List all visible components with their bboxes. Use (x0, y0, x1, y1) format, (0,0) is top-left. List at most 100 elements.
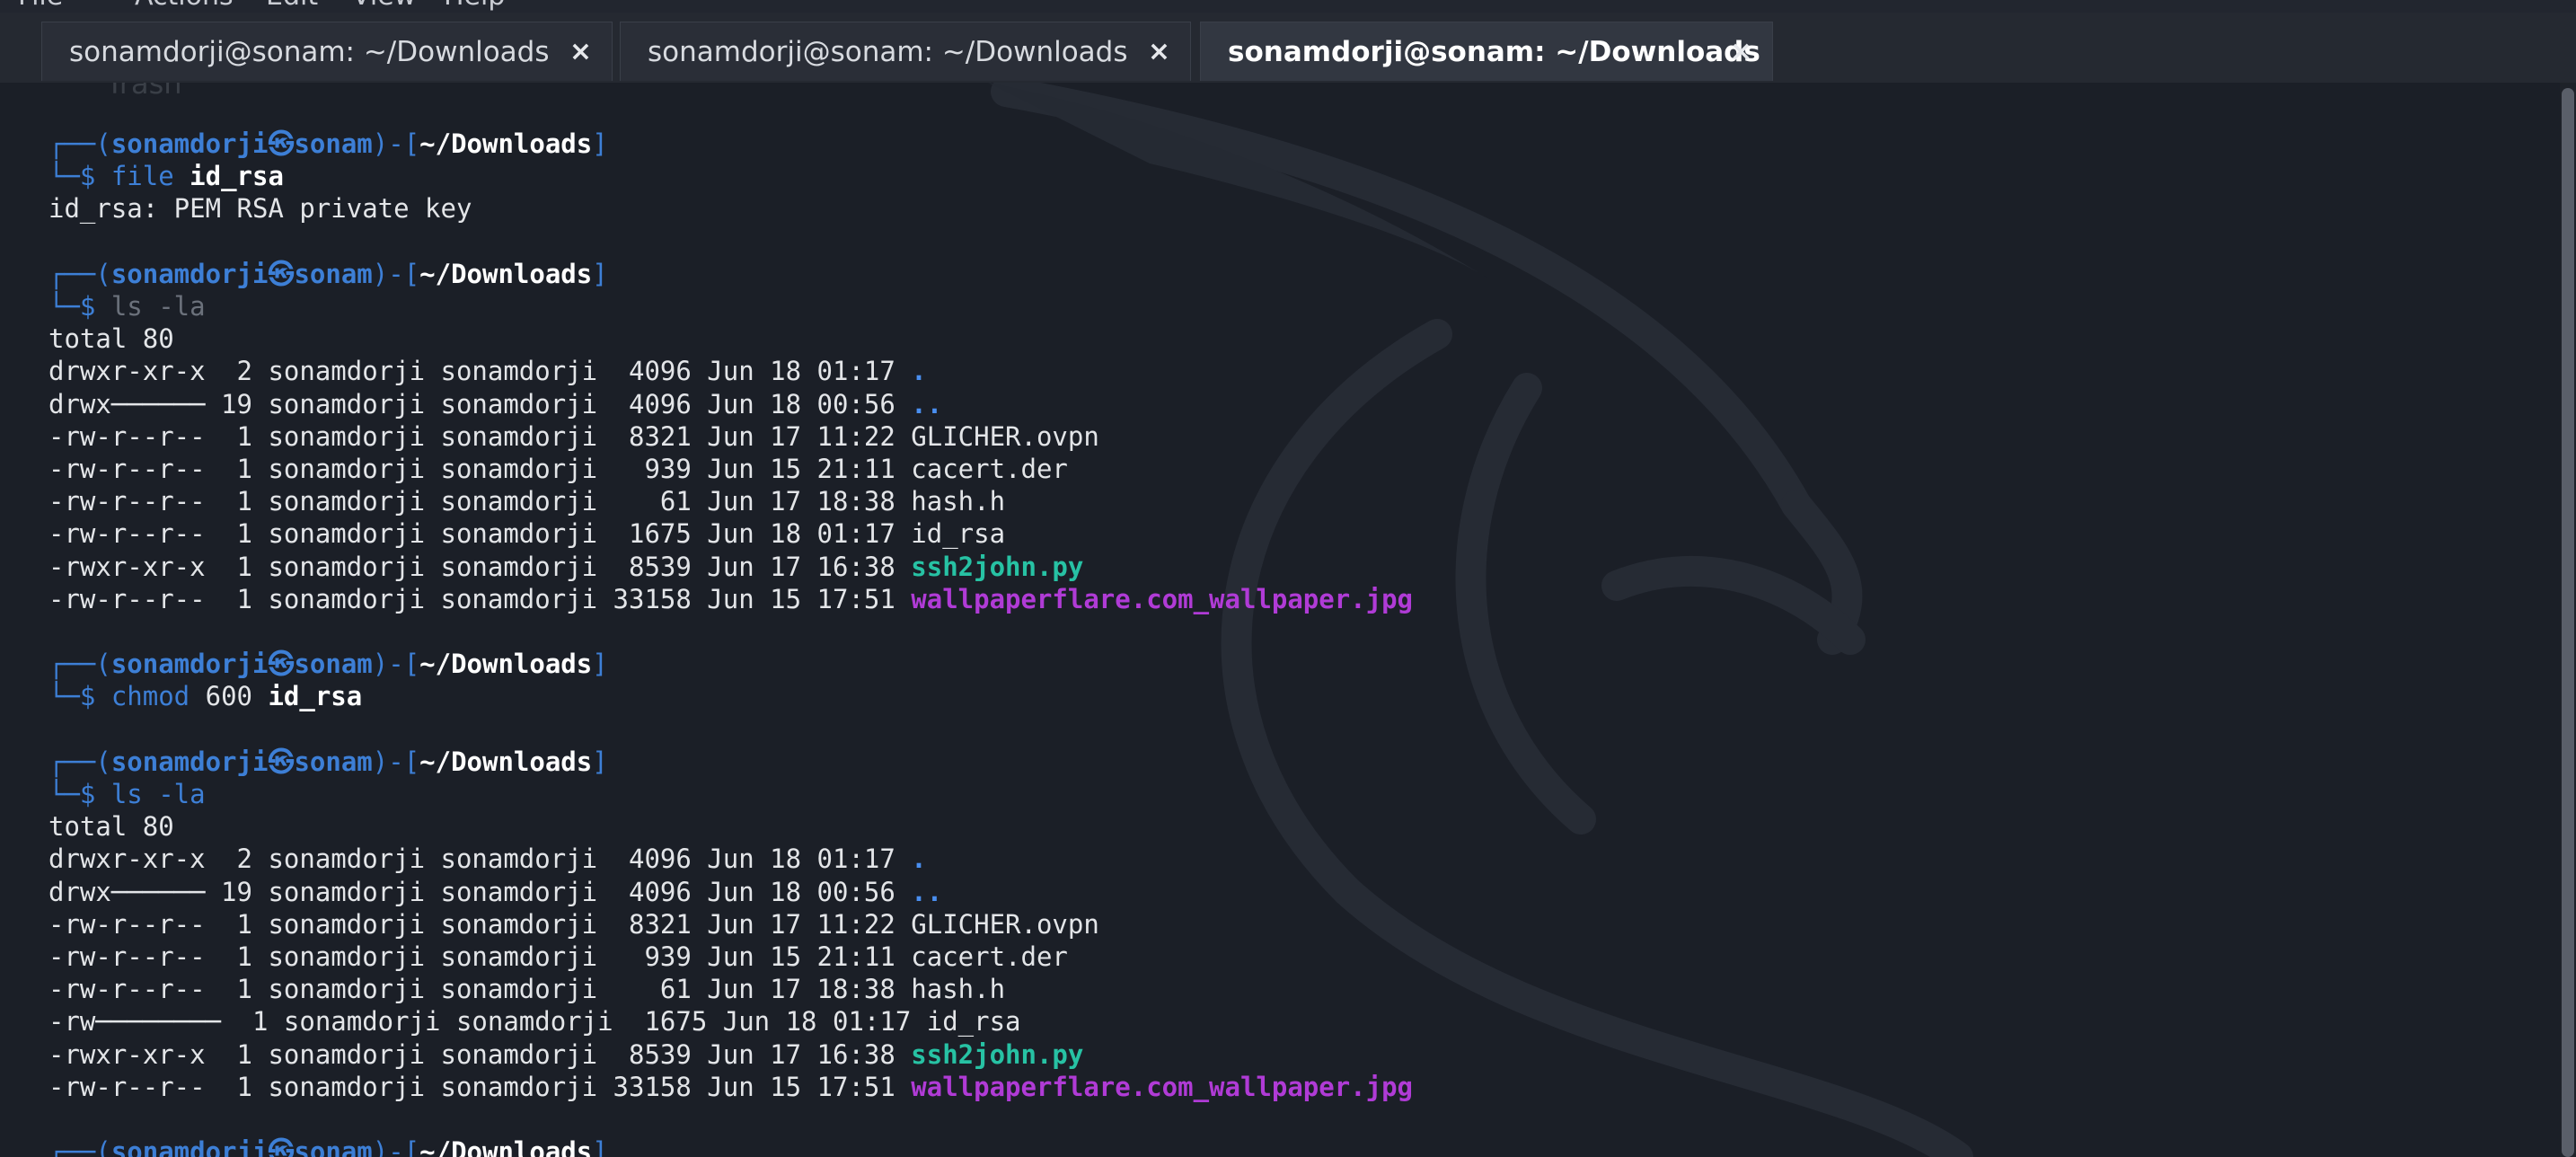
scrollbar-thumb[interactable] (2562, 88, 2574, 1157)
command-line: └─$ chmod 600 id_rsa (49, 680, 362, 712)
prompt-user: sonamdorji (110, 128, 269, 159)
file-meta: 8321 Jun 17 11:22 (597, 420, 912, 452)
prompt-bracket: )-[ (372, 1136, 420, 1157)
file-meta: 939 Jun 15 21:11 (597, 941, 912, 972)
prompt-host: sonam (294, 649, 373, 680)
tab-terminal-3-active[interactable]: sonamdorji@sonam: ~/Downloads × (1200, 22, 1773, 81)
file-meta: 33158 Jun 15 17:51 (597, 583, 912, 614)
file-owner: sonamdorji sonamdorji (251, 388, 598, 420)
file-meta: 8539 Jun 17 16:38 (597, 551, 912, 582)
prompt-bracket: )-[ (372, 746, 420, 777)
file-name: id_rsa (926, 1006, 1021, 1038)
file-permissions: -rw-r--r-- 1 (49, 420, 252, 452)
close-icon[interactable]: × (1730, 36, 1752, 67)
tab-title: sonamdorji@sonam: ~/Downloads (648, 35, 1128, 68)
menu-file[interactable]: File (18, 0, 63, 12)
file-owner: sonamdorji sonamdorji (251, 583, 598, 614)
scrollbar[interactable] (2560, 83, 2576, 1157)
file-meta: 4096 Jun 18 00:56 (597, 876, 912, 907)
ls-row: -rw-r--r-- 1 sonamdorji sonamdorji 939 J… (49, 941, 1068, 973)
prompt-path: ~/Downloads (419, 128, 593, 159)
tab-bar: sonamdorji@sonam: ~/Downloads × sonamdor… (0, 13, 2576, 84)
file-owner: sonamdorji sonamdorji (251, 518, 598, 550)
file-owner: sonamdorji sonamdorji (251, 454, 598, 484)
file-permissions: -rw-r--r-- 1 (49, 518, 252, 550)
file-permissions: -rw-r--r-- 1 (49, 941, 252, 972)
menu-help[interactable]: Help (444, 0, 505, 12)
file-name: GLICHER.ovpn (911, 908, 1099, 940)
ls-row: -rw-r--r-- 1 sonamdorji sonamdorji 8321 … (49, 420, 1099, 453)
ls-row: drwxr-xr-x 2 sonamdorji sonamdorji 4096 … (49, 843, 927, 875)
file-name: . (911, 843, 927, 875)
command-output: id_rsa: PEM RSA private key (49, 192, 472, 225)
command-line: └─$ ls -la (49, 290, 206, 322)
prompt-bracket: ┌──( (49, 128, 111, 159)
tab-title: sonamdorji@sonam: ~/Downloads (69, 35, 550, 68)
tab-terminal-1[interactable]: sonamdorji@sonam: ~/Downloads × (41, 22, 613, 81)
menu-edit[interactable]: Edit (266, 0, 318, 12)
prompt-path: ~/Downloads (419, 649, 593, 680)
prompt-bracket: )-[ (372, 649, 420, 680)
ls-total: total 80 (49, 322, 174, 355)
prompt-user: sonamdorji (110, 649, 269, 680)
prompt-at-symbol: ㉿ (268, 258, 295, 289)
command-line: └─$ file id_rsa (49, 160, 284, 192)
tab-title: sonamdorji@sonam: ~/Downloads (1228, 35, 1760, 68)
file-meta: 939 Jun 15 21:11 (597, 454, 912, 484)
prompt-path: ~/Downloads (419, 1136, 593, 1157)
command-arg: id_rsa (190, 161, 284, 192)
file-meta: 61 Jun 17 18:38 (597, 486, 912, 517)
file-meta: 1675 Jun 18 01:17 (597, 518, 912, 550)
terminal-output[interactable]: Trash ┌──(sonamdorji㉿sonam)-[~/Downloads… (0, 83, 2576, 1157)
prompt-bracket: ┌──( (49, 258, 111, 289)
file-permissions: -rwxr-xr-x 1 (49, 1038, 252, 1070)
file-owner: sonamdorji sonamdorji (251, 356, 598, 387)
prompt-bracket: ] (592, 649, 608, 680)
file-name: hash.h (911, 974, 1006, 1005)
file-permissions: drwx────── 19 (49, 876, 252, 907)
file-permissions: -rw-r--r-- 1 (49, 974, 252, 1005)
file-meta: 4096 Jun 18 00:56 (597, 388, 912, 420)
file-permissions: -rw-r--r-- 1 (49, 486, 252, 517)
file-permissions: -rw-r--r-- 1 (49, 908, 252, 940)
file-name: id_rsa (911, 518, 1006, 550)
prompt-line: ┌──(sonamdorji㉿sonam)-[~/Downloads] (49, 1135, 608, 1157)
prompt-host: sonam (294, 746, 373, 777)
file-meta: 4096 Jun 18 01:17 (597, 356, 912, 387)
prompt-path: ~/Downloads (419, 746, 593, 777)
ls-row: drwx────── 19 sonamdorji sonamdorji 4096… (49, 388, 942, 420)
file-name: wallpaperflare.com_wallpaper.jpg (911, 583, 1413, 614)
ls-row: -rw-r--r-- 1 sonamdorji sonamdorji 1675 … (49, 517, 1005, 550)
file-owner: sonamdorji sonamdorji (251, 420, 598, 452)
file-name: ssh2john.py (911, 551, 1084, 582)
prompt-user: sonamdorji (110, 1136, 269, 1157)
ls-total: total 80 (49, 810, 174, 843)
file-owner: sonamdorji sonamdorji (251, 876, 598, 907)
close-icon[interactable]: × (1148, 36, 1170, 67)
output-text: id_rsa: PEM RSA private key (49, 193, 472, 225)
menu-view[interactable]: View (352, 0, 416, 12)
ls-row: -rw-r--r-- 1 sonamdorji sonamdorji 33158… (49, 583, 1413, 615)
file-name: . (911, 356, 927, 387)
file-meta: 8321 Jun 17 11:22 (597, 908, 912, 940)
ls-total-text: total 80 (49, 811, 174, 843)
ls-row: -rw-r--r-- 1 sonamdorji sonamdorji 33158… (49, 1071, 1413, 1103)
tab-terminal-2[interactable]: sonamdorji@sonam: ~/Downloads × (620, 22, 1191, 81)
file-owner: sonamdorji sonamdorji (251, 1038, 598, 1070)
ls-row: -rw-r--r-- 1 sonamdorji sonamdorji 61 Ju… (49, 485, 1005, 517)
prompt-at-symbol: ㉿ (268, 649, 295, 680)
prompt-bracket: ] (592, 1136, 608, 1157)
ls-row: -rw-r--r-- 1 sonamdorji sonamdorji 939 J… (49, 453, 1068, 485)
file-permissions: drwxr-xr-x 2 (49, 843, 252, 875)
prompt-marker: └─$ (49, 161, 111, 192)
close-icon[interactable]: × (569, 36, 592, 67)
file-name: cacert.der (911, 941, 1068, 972)
prompt-bracket: ] (592, 746, 608, 777)
prompt-host: sonam (294, 128, 373, 159)
ls-row: drwxr-xr-x 2 sonamdorji sonamdorji 4096 … (49, 355, 927, 387)
file-permissions: -rw──────── 1 (49, 1006, 269, 1038)
prompt-marker: └─$ (49, 681, 111, 712)
file-permissions: drwxr-xr-x 2 (49, 356, 252, 387)
menu-actions[interactable]: Actions (135, 0, 234, 12)
file-owner: sonamdorji sonamdorji (251, 486, 598, 517)
